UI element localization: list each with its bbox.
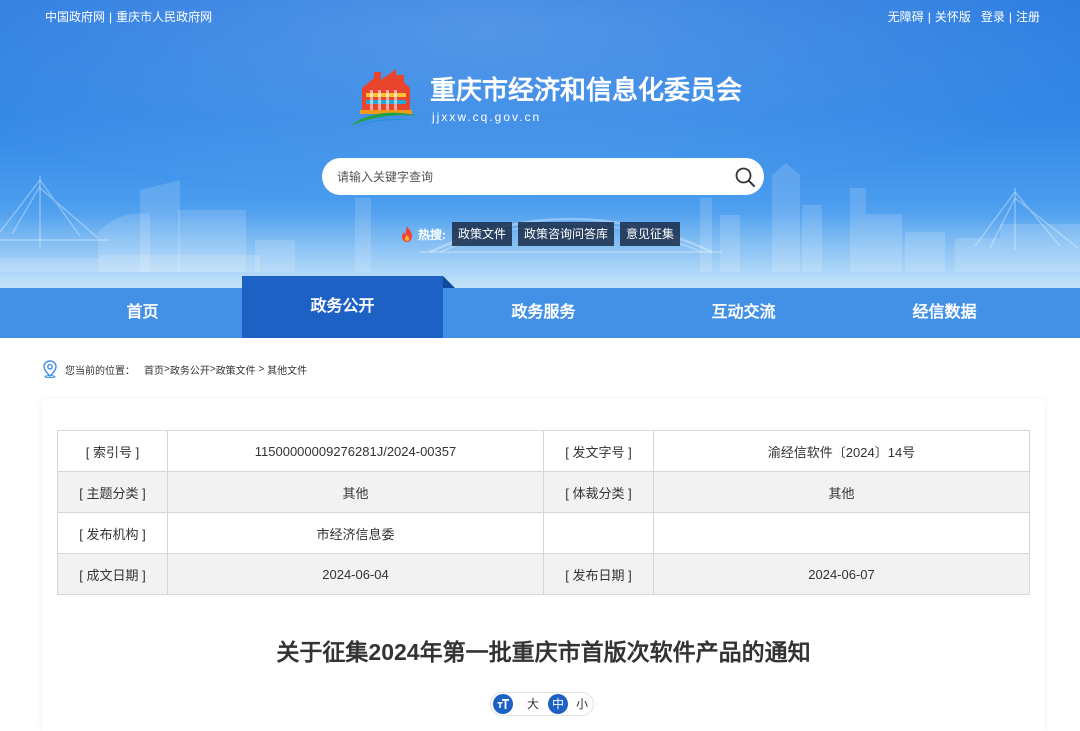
document-meta-table: [ 索引号 ] 11500000009276281J/2024-00357 [ …: [57, 430, 1030, 595]
search-input[interactable]: [322, 158, 722, 195]
breadcrumb-other-docs[interactable]: 其他文件: [267, 362, 307, 377]
main-nav: 首页 政务公开 政务服务 互动交流 经信数据: [0, 276, 1080, 338]
breadcrumb-prefix: 您当前的位置：: [65, 365, 135, 377]
location-pin-icon: [43, 360, 57, 378]
font-size-large[interactable]: 大: [527, 694, 539, 714]
search-icon: [735, 167, 755, 187]
table-row: [ 主题分类 ] 其他 [ 体裁分类 ] 其他: [57, 471, 1030, 513]
font-size-switcher: 大 中 小: [490, 692, 594, 716]
meta-label: [ 发布日期 ]: [543, 553, 654, 595]
active-tab-fold: [443, 276, 455, 288]
table-row: [ 索引号 ] 11500000009276281J/2024-00357 [ …: [57, 430, 1030, 472]
meta-label: [543, 512, 654, 554]
topbar-right: 无障碍 | 关怀版 登录 | 注册: [888, 9, 1040, 25]
nav-item-government-affairs-disclosure[interactable]: 政务公开: [242, 276, 455, 338]
breadcrumb-home[interactable]: 首页: [144, 362, 164, 377]
topbar-separator: |: [1008, 10, 1012, 24]
font-size-small[interactable]: 小: [576, 694, 588, 714]
meta-label: [ 索引号 ]: [57, 430, 168, 472]
topbar-separator: |: [927, 10, 931, 24]
search-box: [322, 158, 764, 195]
site-title[interactable]: 重庆市经济和信息化委员会: [430, 74, 742, 106]
meta-label: [ 体裁分类 ]: [543, 471, 654, 513]
site-logo-icon[interactable]: [348, 66, 422, 128]
topbar-left: 中国政府网 | 重庆市人民政府网: [45, 9, 212, 25]
breadcrumb-policy-docs[interactable]: 政策文件: [216, 362, 256, 377]
nav-item-interaction[interactable]: 互动交流: [643, 288, 844, 338]
header-banner: 中国政府网 | 重庆市人民政府网 无障碍 | 关怀版 登录 | 注册 重庆市经济和信息化委员会…: [0, 0, 1080, 288]
hot-tag-policy-docs[interactable]: 政策文件: [452, 222, 513, 246]
article-title: 关于征集2024年第一批重庆市首版次软件产品的通知: [276, 639, 811, 665]
fire-icon: [402, 226, 412, 242]
table-row: [ 成文日期 ] 2024-06-04 [ 发布日期 ] 2024-06-07: [57, 553, 1030, 595]
link-care-mode[interactable]: 关怀版: [935, 10, 971, 24]
nav-item-government-services[interactable]: 政务服务: [443, 288, 644, 338]
meta-label: [ 发布机构 ]: [57, 512, 168, 554]
meta-value: 2024-06-04: [167, 553, 544, 595]
link-accessibility[interactable]: 无障碍: [888, 10, 924, 24]
hot-search: 热搜: 政策文件 政策咨询问答库 意见征集: [400, 222, 686, 246]
search-button[interactable]: [734, 166, 756, 188]
meta-value: 其他: [653, 471, 1030, 513]
font-size-icon: [493, 694, 513, 714]
hot-tag-consultation[interactable]: 意见征集: [620, 222, 681, 246]
meta-label: [ 成文日期 ]: [57, 553, 168, 595]
article-card: [ 索引号 ] 11500000009276281J/2024-00357 [ …: [42, 399, 1045, 731]
meta-label: [ 主题分类 ]: [57, 471, 168, 513]
nav-item-label: 政务公开: [310, 298, 375, 315]
site-domain: jjxxw.cq.gov.cn: [432, 110, 542, 124]
meta-value: 渝经信软件〔2024〕14号: [653, 430, 1030, 472]
nav-item-economic-data[interactable]: 经信数据: [844, 288, 1045, 338]
link-register[interactable]: 注册: [1016, 10, 1040, 24]
topbar-separator: |: [109, 10, 113, 24]
table-row: [ 发布机构 ] 市经济信息委: [57, 512, 1030, 554]
link-login[interactable]: 登录: [981, 10, 1005, 24]
meta-value: 其他: [167, 471, 544, 513]
nav-item-home[interactable]: 首页: [42, 288, 243, 338]
meta-value: 2024-06-07: [653, 553, 1030, 595]
hot-tag-policy-qa[interactable]: 政策咨询问答库: [518, 222, 615, 246]
hot-search-label: 热搜:: [418, 227, 446, 242]
breadcrumb: 您当前的位置： 首页 > 政务公开 > 政策文件 > 其他文件: [42, 360, 307, 378]
breadcrumb-separator: >: [255, 363, 268, 375]
meta-value: 11500000009276281J/2024-00357: [167, 430, 544, 472]
font-size-medium[interactable]: 中: [548, 694, 569, 714]
meta-label: [ 发文字号 ]: [543, 430, 654, 472]
link-gov-cn[interactable]: 中国政府网: [45, 10, 105, 24]
link-cq-gov[interactable]: 重庆市人民政府网: [116, 10, 212, 24]
breadcrumb-government-affairs[interactable]: 政务公开: [170, 362, 210, 377]
meta-value: 市经济信息委: [167, 512, 544, 554]
meta-value: [653, 512, 1030, 554]
